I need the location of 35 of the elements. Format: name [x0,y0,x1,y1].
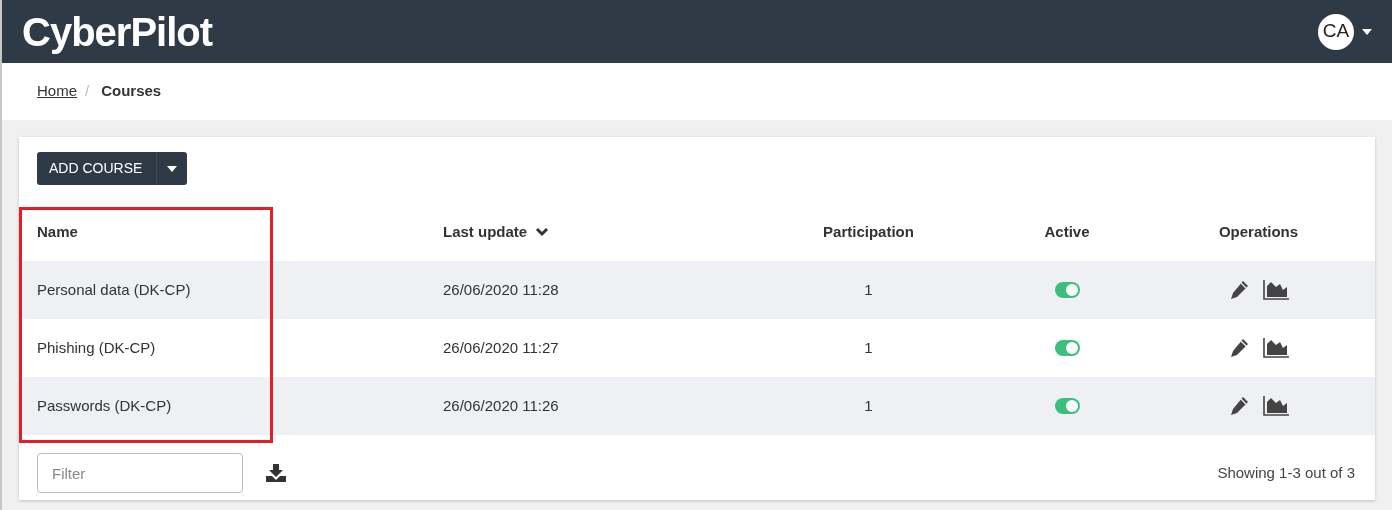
active-toggle[interactable] [1054,398,1080,414]
download-icon[interactable] [265,463,287,483]
table-cell: Passwords (DK-CP) [37,396,172,414]
column-header[interactable]: Active [1044,221,1090,244]
table-cell: 1 [864,338,873,356]
column-header[interactable]: Name [37,221,78,244]
area-chart-icon[interactable] [1262,338,1289,358]
add-course-button[interactable]: ADD COURSE [37,152,188,185]
filter-field[interactable]: Filter [37,453,243,493]
area-chart-icon[interactable] [1262,280,1289,300]
chevron-down-icon [535,227,550,238]
table-cell: 1 [864,280,873,298]
caret-icon [1362,28,1372,35]
column-header[interactable]: Operations [1218,221,1299,244]
results-summary: Showing 1-3 out of 3 [1217,462,1355,483]
pencil-icon[interactable] [1228,338,1249,358]
breadcrumb-current: Courses [101,81,162,102]
breadcrumb-link[interactable]: Home [37,80,77,103]
breadcrumb-separator: / [85,81,90,102]
table-cell: 1 [864,396,873,414]
logo[interactable]: CyberPilot [22,1,213,62]
table-cell: Personal data (DK-CP) [37,280,191,298]
table-cell: Phishing (DK-CP) [37,338,156,356]
table-cell: 26/06/2020 11:26 [443,396,559,414]
pencil-icon[interactable] [1228,280,1249,300]
area-chart-icon[interactable] [1262,396,1289,416]
table-cell: 26/06/2020 11:28 [443,280,559,298]
table-cell: 26/06/2020 11:27 [443,338,559,356]
active-toggle[interactable] [1054,340,1080,356]
column-header[interactable]: Participation [823,221,914,244]
column-header[interactable]: Last update [443,221,550,244]
pencil-icon[interactable] [1228,396,1249,416]
user-avatar[interactable]: CA [1318,13,1354,50]
active-toggle[interactable] [1054,282,1080,298]
caret-icon [167,165,178,172]
